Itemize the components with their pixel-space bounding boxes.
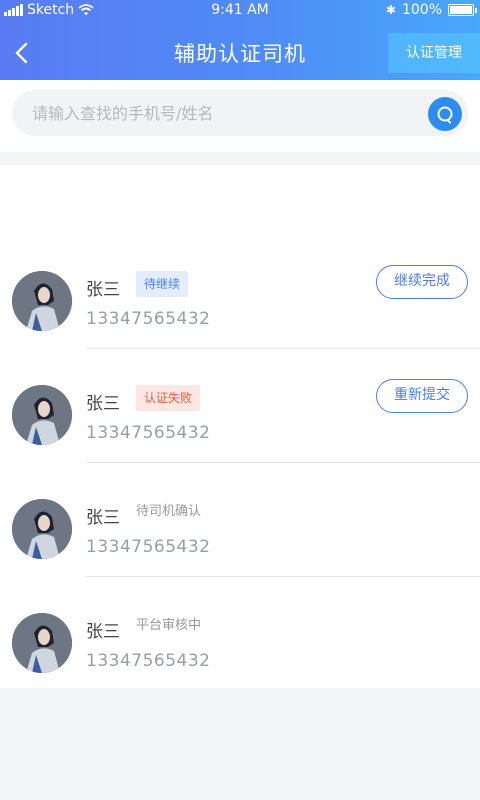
battery-icon (448, 4, 477, 16)
status-badge: 认证失败 (136, 385, 201, 411)
status-badge: 待继续 (136, 271, 189, 297)
manage-button[interactable]: 认证管理 (388, 33, 480, 73)
driver-name: 张三 (86, 394, 120, 414)
avatar (12, 613, 72, 673)
driver-phone: 13347565432 (86, 537, 211, 557)
driver-name: 张三 (86, 508, 120, 528)
search-area (0, 80, 480, 152)
resubmit-button[interactable]: 重新提交 (376, 379, 468, 413)
bluetooth-icon: ✱ (385, 3, 396, 17)
avatar-image (12, 499, 72, 559)
continue-button[interactable]: 继续完成 (376, 265, 468, 299)
driver-list: 张三 待继续 13347565432 继续完成 张三 认证失败 13347565… (0, 165, 480, 688)
nav-bar: 辅助认证司机 认证管理 (0, 28, 480, 78)
avatar-image (12, 271, 72, 331)
driver-phone: 13347565432 (86, 309, 211, 329)
search-input[interactable] (32, 90, 412, 136)
driver-name: 张三 (86, 622, 120, 642)
avatar (12, 499, 72, 559)
status-bar: Sketch 9:41 AM ✱ 100% (0, 0, 480, 20)
status-text: 待司机确认 (136, 504, 202, 519)
avatar-image (12, 385, 72, 445)
header: Sketch 9:41 AM ✱ 100% 辅助认证司机 认证管理 (0, 0, 480, 80)
driver-name: 张三 (86, 280, 120, 300)
driver-phone: 13347565432 (86, 423, 211, 443)
search-icon (437, 106, 453, 124)
list-item[interactable]: 张三 平台审核中 13347565432 (0, 577, 480, 691)
avatar (12, 385, 72, 445)
list-item[interactable]: 张三 待司机确认 13347565432 (0, 463, 480, 577)
status-text: 平台审核中 (136, 618, 202, 633)
status-right: ✱ 100% (385, 0, 477, 20)
battery-percent: 100% (401, 2, 442, 18)
list-item[interactable]: 张三 待继续 13347565432 继续完成 (0, 235, 480, 349)
driver-phone: 13347565432 (86, 651, 211, 671)
list-item[interactable]: 张三 认证失败 13347565432 重新提交 (0, 349, 480, 463)
search-button[interactable] (428, 97, 462, 131)
avatar-image (12, 613, 72, 673)
avatar (12, 271, 72, 331)
search-box (12, 90, 468, 136)
